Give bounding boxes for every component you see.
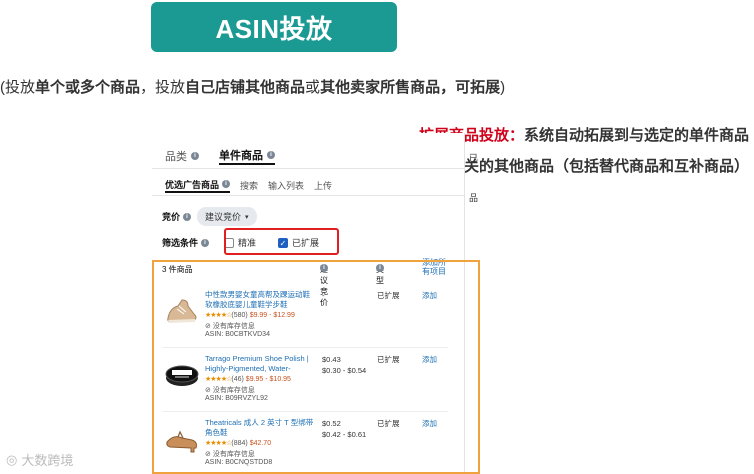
tab-category[interactable]: 品类 i — [165, 147, 199, 165]
tab-suggested[interactable]: 优选广告商品 i — [165, 177, 231, 193]
info-icon[interactable]: i — [222, 180, 231, 188]
watermark-logo-icon: ◎ — [6, 451, 18, 467]
chevron-down-icon: ▾ — [245, 213, 249, 221]
info-icon[interactable]: i — [267, 151, 275, 159]
tab-individual-products[interactable]: 单件商品 i — [219, 147, 275, 165]
tab-label: 输入列表 — [268, 180, 305, 191]
bid-row: 竞价 i 建议竞价 ▾ — [162, 207, 257, 226]
bid-dropdown[interactable]: 建议竞价 ▾ — [197, 207, 257, 226]
subtitle-bold: 自己店铺其他商品 — [185, 79, 306, 96]
tab-label: 单件商品 — [219, 150, 263, 162]
edge-text: 已 — [469, 153, 479, 163]
watermark-text: 大数跨境 — [21, 453, 74, 468]
bid-label-text: 竞价 — [162, 212, 181, 222]
subtitle-text: ) — [500, 79, 506, 96]
info-icon[interactable]: i — [183, 212, 192, 221]
info-icon[interactable]: i — [201, 238, 210, 247]
watermark: ◎ 大数跨境 — [6, 450, 73, 469]
page-title: ASIN投放 — [215, 13, 333, 44]
bid-dropdown-value: 建议竞价 — [205, 212, 242, 222]
subtitle: (投放单个或多个商品，投放自己店铺其他商品或其他卖家所售商品，可拓展) — [0, 76, 754, 98]
page-title-banner: ASIN投放 — [151, 2, 397, 52]
tab-search[interactable]: 搜索 — [240, 177, 258, 193]
bid-label: 竞价 i — [162, 210, 192, 223]
product-source-tabs: 优选广告商品 i 搜索 输入列表 上传 — [165, 177, 332, 193]
divider — [152, 168, 464, 169]
filter-highlight-box — [224, 228, 339, 255]
tab-upload[interactable]: 上传 — [314, 177, 332, 193]
edge-text: 品 — [469, 193, 479, 203]
filter-label: 筛选条件 i — [162, 236, 218, 249]
tab-label: 上传 — [314, 180, 333, 191]
subtitle-text: ，投放 — [140, 79, 186, 96]
info-icon[interactable]: i — [191, 152, 199, 160]
subtitle-text: 或 — [305, 79, 321, 96]
subtitle-bold: 其他卖家所售商品，可拓展 — [320, 79, 501, 96]
tab-enter-list[interactable]: 输入列表 — [268, 177, 304, 193]
filter-label-text: 筛选条件 — [162, 238, 199, 248]
divider — [152, 195, 464, 196]
tab-label: 品类 — [165, 151, 187, 163]
filter-row: 筛选条件 i 精准 ✓ 已扩展 — [162, 228, 339, 255]
subtitle-text: (投放 — [0, 79, 35, 96]
tab-label: 搜索 — [240, 180, 259, 191]
subtitle-bold: 单个或多个商品 — [35, 79, 141, 96]
tab-label: 优选广告商品 — [165, 179, 220, 190]
targeting-tabs: 品类 i 单件商品 i — [165, 147, 275, 165]
product-list-highlight-box — [152, 260, 480, 474]
